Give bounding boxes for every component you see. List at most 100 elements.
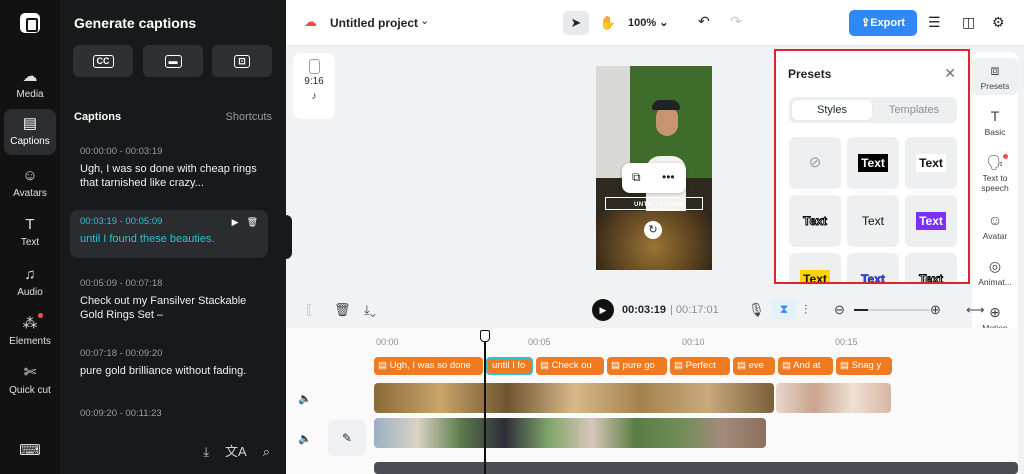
preset-tile[interactable]: Text	[905, 137, 957, 189]
nav-label: Elements	[9, 336, 51, 347]
tab-styles[interactable]: Styles	[792, 100, 872, 120]
music-icon: ♫	[24, 266, 36, 283]
playhead[interactable]	[481, 330, 489, 474]
fit-icon[interactable]: ⟷	[966, 302, 985, 318]
video-clip-rings[interactable]	[374, 383, 774, 413]
nav-quick-cut[interactable]: ✄ Quick cut	[4, 358, 56, 397]
chevron-down-icon[interactable]: ⌄	[420, 14, 429, 27]
preset-tile[interactable]: Text	[789, 195, 841, 247]
hand-tool-icon[interactable]: ✋	[596, 11, 620, 35]
caption-clip[interactable]: ▤ Perfect	[670, 357, 730, 375]
element-popup-menu: ⧉ •••	[622, 163, 686, 193]
video-clip-hands[interactable]	[776, 383, 891, 413]
preset-tile[interactable]: Text	[789, 253, 841, 282]
microphone-icon[interactable]: 🎙	[748, 302, 765, 318]
cc-button[interactable]: CC	[73, 45, 133, 77]
duplicate-icon[interactable]: ⧉	[632, 170, 641, 185]
caption-clip[interactable]: ▤ Ugh, I was so done	[374, 357, 483, 375]
panel-collapse-handle[interactable]	[285, 215, 292, 259]
split-screen-icon[interactable]: ⫶	[804, 302, 807, 318]
auto-caption-button[interactable]: ⊡	[212, 45, 272, 77]
nav-text[interactable]: T Text	[4, 210, 56, 249]
clip-label: And at	[793, 360, 821, 371]
layers-icon[interactable]: ☰	[928, 14, 941, 31]
translate-icon[interactable]: 文A	[225, 444, 247, 459]
preset-tile[interactable]: Text	[847, 253, 899, 284]
audio-track[interactable]	[374, 462, 1018, 474]
rail-label: Animat...	[978, 277, 1012, 287]
caption-clip-selected[interactable]: until I fo	[486, 357, 533, 375]
preset-tile[interactable]: Text	[905, 253, 957, 284]
speaker-icon[interactable]: 🔈	[298, 432, 312, 445]
project-title[interactable]: Untitled project	[330, 16, 418, 30]
rail-avatar[interactable]: ☺ Avatar	[972, 212, 1018, 241]
trash-icon[interactable]: 🗑	[334, 302, 351, 318]
preset-label: Text	[916, 154, 946, 172]
nav-elements[interactable]: ⁂ Elements	[4, 309, 56, 348]
video-clip-presenter[interactable]	[374, 418, 766, 448]
caption-clip[interactable]: ▤ Check ou	[536, 357, 604, 375]
caption-clip[interactable]: ▤ Snag y	[836, 357, 892, 375]
smart-tool-icon[interactable]: ⧗	[772, 298, 796, 320]
undo-icon[interactable]: ↶	[698, 13, 710, 30]
rail-basic[interactable]: T Basic	[972, 108, 1018, 137]
download-icon[interactable]: ⤓⌄	[364, 302, 376, 318]
nav-avatars[interactable]: ☺ Avatars	[4, 161, 56, 200]
caption-clip[interactable]: ▤ eve	[733, 357, 775, 375]
trash-icon[interactable]: 🗑	[247, 217, 258, 227]
download-icon[interactable]: ⤓	[203, 444, 209, 459]
speech-icon: 🗣	[986, 154, 1004, 170]
caption-actions: ▶ 🗑	[224, 217, 258, 228]
layout-icon[interactable]: ◫	[962, 14, 975, 31]
settings-icon[interactable]: ⚙	[992, 14, 1005, 31]
caption-clip[interactable]: ▤ And at	[778, 357, 833, 375]
caption-item[interactable]: 00:05:09 - 00:07:18 Check out my Fansilv…	[70, 272, 268, 328]
export-button[interactable]: ⇪Export	[849, 10, 917, 36]
time-tick: 00:10	[682, 337, 705, 347]
preset-none[interactable]: ⊘	[789, 137, 841, 189]
split-icon[interactable]: ⟦	[306, 302, 312, 318]
select-tool-icon[interactable]: ➤	[563, 11, 589, 35]
caption-overlay-text[interactable]: UNTIL I FOUND	[634, 202, 684, 208]
rail-presets[interactable]: ⧈ Presets	[972, 58, 1018, 95]
preset-tile[interactable]: Text	[847, 195, 899, 247]
close-icon[interactable]: ✕	[944, 65, 956, 82]
search-replace-icon[interactable]: ⌕	[263, 444, 270, 459]
nav-captions[interactable]: ▤ Captions	[4, 109, 56, 155]
subtitle-button[interactable]: ▬	[143, 45, 203, 77]
redo-icon[interactable]: ↷	[730, 13, 742, 30]
nav-label: Quick cut	[9, 385, 51, 396]
rail-text-to-speech[interactable]: 🗣 Text to speech	[972, 154, 1018, 193]
play-icon[interactable]: ▶	[232, 217, 239, 227]
panel-title: Generate captions	[74, 15, 197, 31]
zoom-select[interactable]: 100% ⌄	[628, 16, 668, 29]
preset-label: Text	[861, 272, 885, 284]
nav-media[interactable]: ☁ Media	[4, 62, 56, 101]
zoom-out-icon[interactable]: ⊖	[834, 302, 845, 318]
time-tick: 00:05	[528, 337, 551, 347]
preset-tile[interactable]: Text	[847, 137, 899, 189]
caption-item[interactable]: 00:00:00 - 00:03:19 Ugh, I was so done w…	[70, 140, 268, 196]
aspect-ratio-card[interactable]: 9:16 ♪	[293, 53, 335, 119]
caption-item[interactable]: 00:07:18 - 00:09:20 pure gold brilliance…	[70, 342, 268, 384]
rotate-icon[interactable]: ↻	[644, 221, 662, 239]
preset-tile[interactable]: Text	[905, 195, 957, 247]
edit-icon[interactable]: ✎	[328, 420, 366, 456]
rail-animation[interactable]: ◎ Animat...	[972, 258, 1018, 287]
nav-keyboard[interactable]: ⌨	[4, 436, 56, 461]
app-logo[interactable]	[20, 13, 40, 33]
shortcuts-link[interactable]: Shortcuts	[226, 111, 272, 123]
nav-audio[interactable]: ♫ Audio	[4, 260, 56, 299]
caption-item-active[interactable]: 00:03:19 - 00:05:09 until I found these …	[70, 210, 268, 258]
caption-clip[interactable]: ▤ pure go	[607, 357, 667, 375]
more-icon[interactable]: •••	[662, 170, 675, 184]
play-button[interactable]: ▶	[592, 299, 614, 321]
left-nav: ☁ Media ▤ Captions ☺ Avatars T Text ♫ Au…	[0, 0, 60, 474]
top-bar: ☁ Untitled project ⌄ ➤ ✋ 100% ⌄ ↶ ↷ ⇪Exp…	[286, 0, 1024, 46]
speaker-icon[interactable]: 🔈	[298, 392, 312, 405]
caption-item[interactable]: 00:09:20 - 00:11:23	[70, 402, 268, 430]
zoom-in-icon[interactable]: ⊕	[930, 302, 941, 318]
tab-templates[interactable]: Templates	[874, 100, 954, 120]
preset-label: Text	[919, 272, 944, 284]
timeline-zoom-slider[interactable]	[854, 309, 930, 311]
